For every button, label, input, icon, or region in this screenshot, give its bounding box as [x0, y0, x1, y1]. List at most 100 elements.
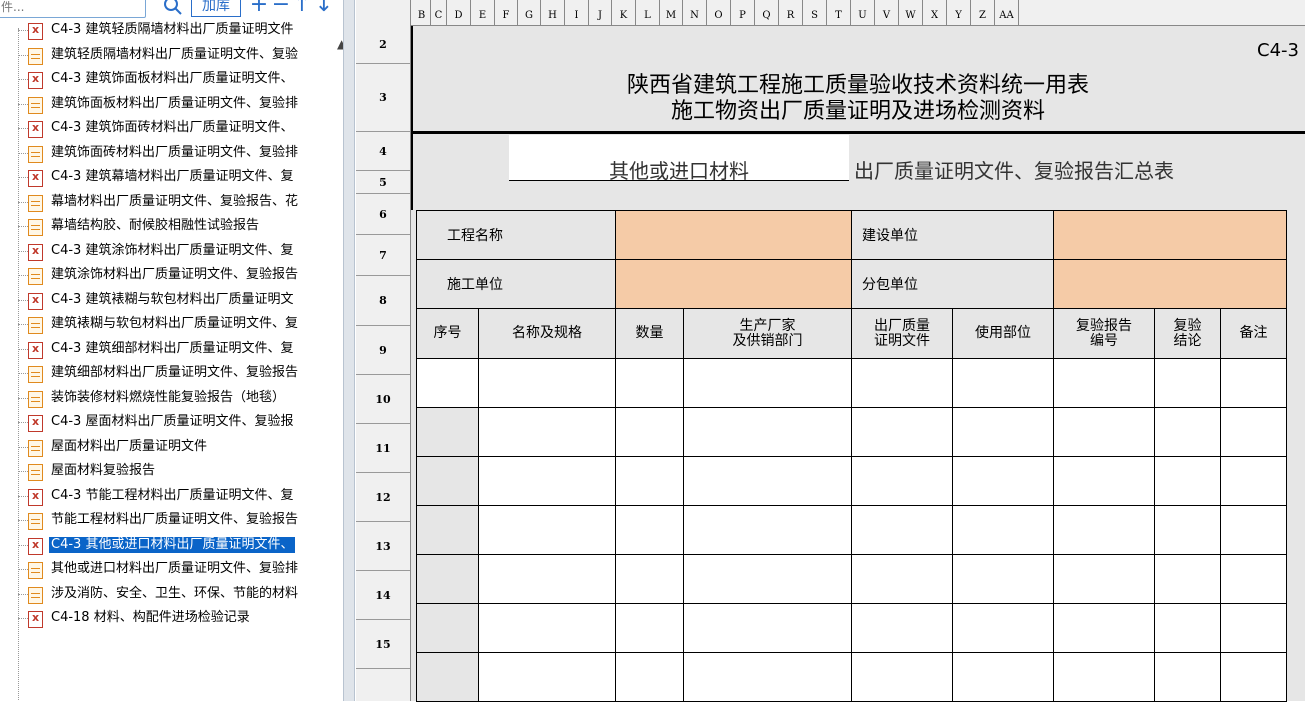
data-cell[interactable]	[416, 358, 479, 408]
column-header[interactable]: Z	[971, 0, 995, 25]
add-icon[interactable]: +	[249, 0, 269, 16]
tree-item[interactable]: C4-3 建筑细部材料出厂质量证明文件、复	[0, 338, 335, 360]
row-header[interactable]: 14	[356, 571, 410, 620]
tree-item[interactable]: C4-3 建筑幕墙材料出厂质量证明文件、复	[0, 166, 335, 188]
tree-item[interactable]: 幕墙结构胶、耐候胶相融性试验报告	[0, 215, 335, 237]
data-cell[interactable]	[851, 554, 953, 604]
row-header[interactable]: 11	[356, 424, 410, 473]
data-cell[interactable]	[615, 603, 684, 653]
column-header[interactable]: T	[827, 0, 851, 25]
data-cell[interactable]	[1154, 407, 1221, 457]
data-cell[interactable]	[683, 554, 852, 604]
data-cell[interactable]	[1053, 505, 1155, 555]
row-header[interactable]: 5	[356, 171, 410, 194]
search-icon[interactable]	[163, 0, 185, 18]
tree-item[interactable]: C4-3 建筑轻质隔墙材料出厂质量证明文件	[0, 19, 335, 41]
data-cell[interactable]	[952, 456, 1054, 506]
data-cell[interactable]	[478, 603, 616, 653]
data-cell[interactable]	[952, 603, 1054, 653]
data-cell[interactable]	[1053, 603, 1155, 653]
tree-item[interactable]: 节能工程材料出厂质量证明文件、复验报告	[0, 509, 335, 531]
data-cell[interactable]	[1219, 358, 1288, 408]
column-header[interactable]: C	[431, 0, 447, 25]
data-cell[interactable]	[1053, 554, 1155, 604]
data-cell[interactable]	[952, 407, 1054, 457]
data-cell[interactable]	[615, 652, 684, 702]
data-cell[interactable]	[952, 505, 1054, 555]
column-header[interactable]: K	[612, 0, 636, 25]
data-cell[interactable]	[478, 505, 616, 555]
data-cell[interactable]	[851, 652, 953, 702]
data-cell[interactable]	[615, 456, 684, 506]
data-cell[interactable]	[615, 554, 684, 604]
data-cell[interactable]	[1219, 603, 1288, 653]
tree-item[interactable]: 建筑细部材料出厂质量证明文件、复验报告	[0, 362, 335, 384]
data-cell[interactable]	[478, 456, 616, 506]
row-header[interactable]: 2	[356, 25, 410, 64]
data-cell[interactable]	[1154, 554, 1221, 604]
column-header[interactable]: AA	[995, 0, 1019, 25]
project-name-cell[interactable]	[615, 210, 852, 260]
tree-item[interactable]: 其他或进口材料出厂质量证明文件、复验排	[0, 558, 335, 580]
column-header[interactable]: L	[636, 0, 660, 25]
column-header[interactable]: F	[495, 0, 518, 25]
tree-item[interactable]: C4-3 建筑裱糊与软包材料出厂质量证明文	[0, 289, 335, 311]
data-cell[interactable]	[478, 652, 616, 702]
data-cell[interactable]	[615, 358, 684, 408]
column-header[interactable]: Y	[947, 0, 971, 25]
data-cell[interactable]	[416, 456, 479, 506]
panel-splitter[interactable]	[343, 0, 355, 701]
tree-item[interactable]: C4-3 建筑饰面板材料出厂质量证明文件、	[0, 68, 335, 90]
row-header[interactable]: 9	[356, 326, 410, 375]
data-cell[interactable]	[416, 652, 479, 702]
data-cell[interactable]	[1053, 456, 1155, 506]
row-header[interactable]: 8	[356, 276, 410, 326]
data-cell[interactable]	[1219, 652, 1288, 702]
data-cell[interactable]	[1219, 456, 1288, 506]
data-cell[interactable]	[615, 407, 684, 457]
data-cell[interactable]	[1219, 407, 1288, 457]
data-cell[interactable]	[851, 358, 953, 408]
data-cell[interactable]	[952, 554, 1054, 604]
move-down-icon[interactable]: ↓	[314, 0, 334, 16]
data-cell[interactable]	[1154, 505, 1221, 555]
column-header[interactable]: J	[589, 0, 612, 25]
data-cell[interactable]	[1154, 456, 1221, 506]
tree-item[interactable]: C4-3 节能工程材料出厂质量证明文件、复	[0, 485, 335, 507]
column-header[interactable]: E	[471, 0, 495, 25]
column-header[interactable]: X	[923, 0, 947, 25]
data-cell[interactable]	[1154, 603, 1221, 653]
add-library-button[interactable]: 加库	[191, 0, 241, 17]
data-cell[interactable]	[416, 603, 479, 653]
column-header[interactable]: N	[683, 0, 707, 25]
data-cell[interactable]	[683, 456, 852, 506]
contractor-cell[interactable]	[615, 259, 852, 309]
data-cell[interactable]	[683, 505, 852, 555]
data-cell[interactable]	[615, 505, 684, 555]
tree-item[interactable]: 装饰装修材料燃烧性能复验报告（地毯）	[0, 387, 335, 409]
data-cell[interactable]	[1219, 554, 1288, 604]
column-header[interactable]: U	[851, 0, 875, 25]
data-cell[interactable]	[1154, 652, 1221, 702]
column-header[interactable]: V	[875, 0, 899, 25]
data-cell[interactable]	[478, 554, 616, 604]
row-header[interactable]: 12	[356, 473, 410, 522]
data-cell[interactable]	[416, 505, 479, 555]
data-cell[interactable]	[1053, 407, 1155, 457]
tree-item[interactable]: C4-3 屋面材料出厂质量证明文件、复验报	[0, 411, 335, 433]
column-header[interactable]: D	[447, 0, 471, 25]
data-cell[interactable]	[1219, 505, 1288, 555]
tree-item[interactable]: 建筑饰面板材料出厂质量证明文件、复验排	[0, 93, 335, 115]
column-header[interactable]: W	[899, 0, 923, 25]
data-cell[interactable]	[851, 505, 953, 555]
column-header[interactable]: I	[565, 0, 589, 25]
tree-item[interactable]: C4-18 材料、构配件进场检验记录	[0, 607, 335, 629]
tree-item[interactable]: C4-3 建筑饰面砖材料出厂质量证明文件、	[0, 117, 335, 139]
tree-item[interactable]: 屋面材料出厂质量证明文件	[0, 436, 335, 458]
column-header[interactable]: O	[707, 0, 731, 25]
data-cell[interactable]	[478, 407, 616, 457]
tree-item[interactable]: 涉及消防、安全、卫生、环保、节能的材料	[0, 583, 335, 605]
tree-item[interactable]: C4-3 建筑涂饰材料出厂质量证明文件、复	[0, 240, 335, 262]
data-cell[interactable]	[1053, 652, 1155, 702]
data-cell[interactable]	[851, 603, 953, 653]
